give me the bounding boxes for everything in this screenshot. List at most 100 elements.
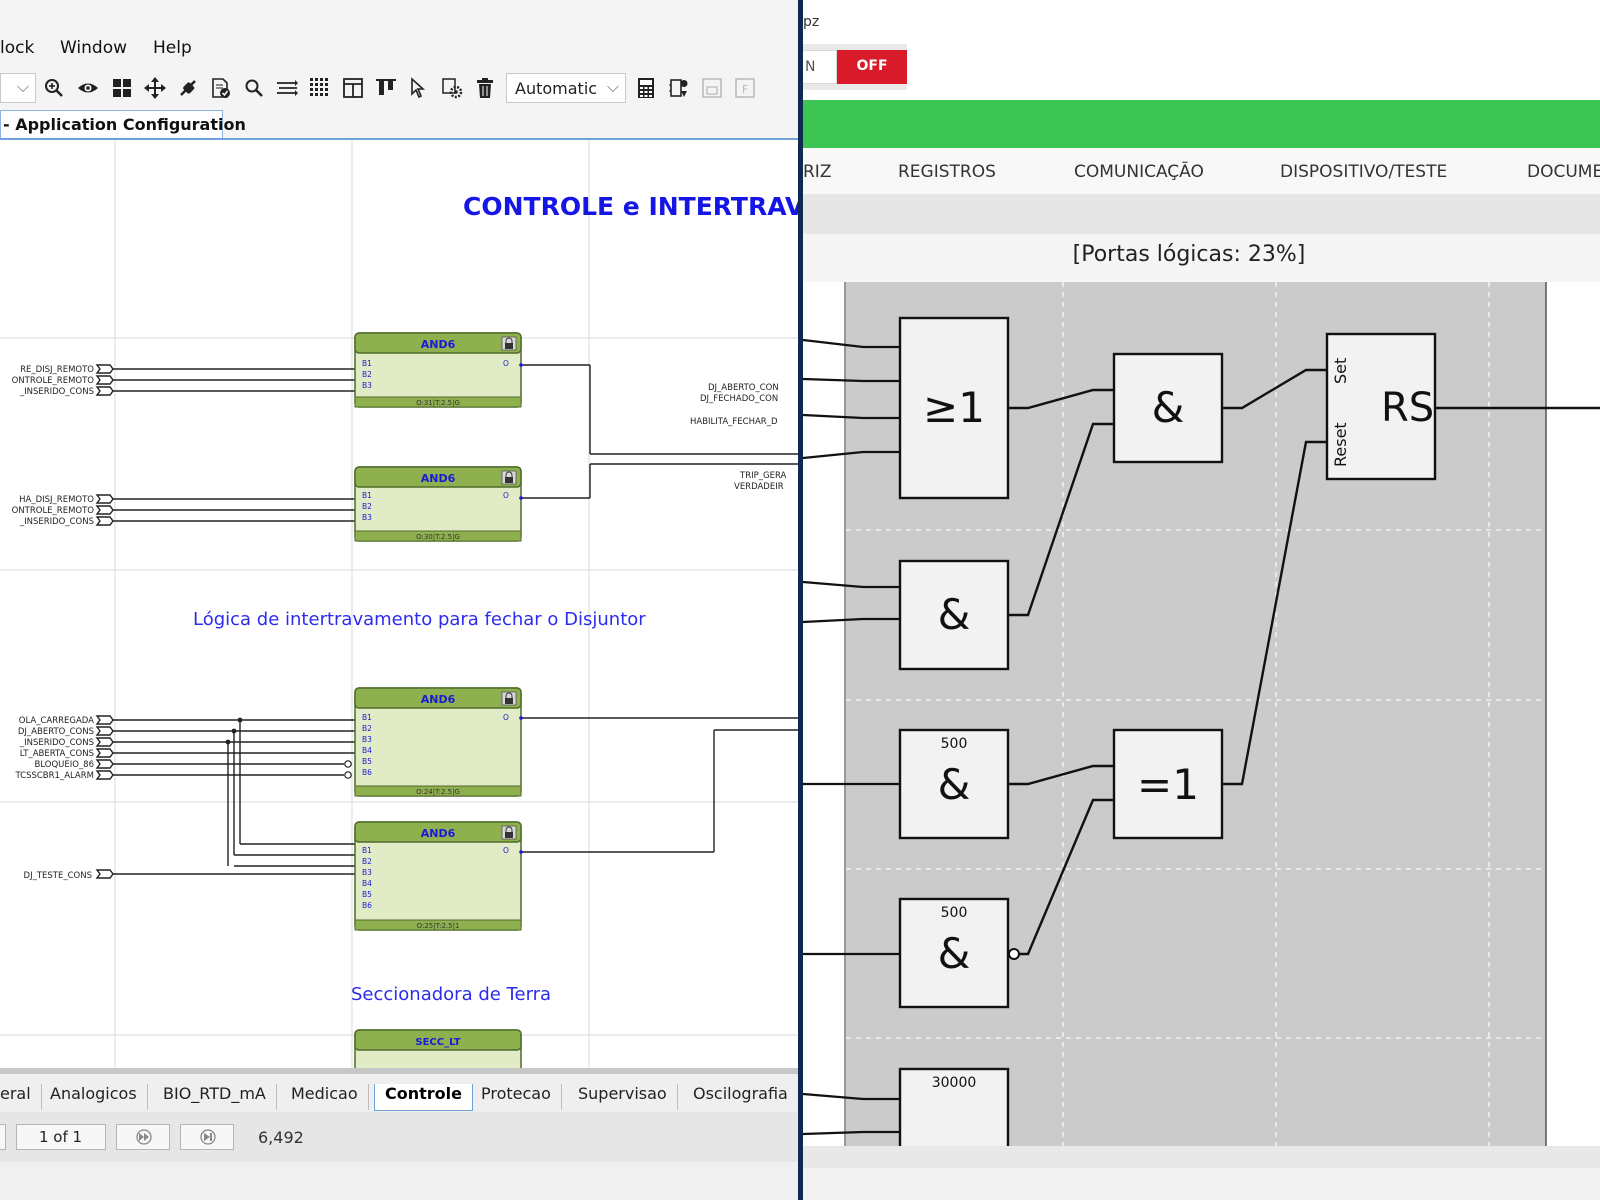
logic-diagram-canvas[interactable]: CONTROLE e INTERTRAV Lógica de intertrav… xyxy=(0,140,798,1068)
block-footer: O:31|T:2.5|G xyxy=(416,399,460,407)
interlock-caption: Lógica de intertravamento para fechar o … xyxy=(193,609,646,630)
fast-forward-icon xyxy=(136,1129,152,1145)
delete-icon[interactable] xyxy=(471,74,499,102)
tab-oscilografia[interactable]: Oscilografia xyxy=(683,1084,798,1110)
port-label: B1 xyxy=(362,359,372,368)
tab-controle[interactable]: Controle xyxy=(374,1084,473,1111)
menu-bar: lock Window Help xyxy=(0,0,798,76)
device-location-icon[interactable] xyxy=(665,74,693,102)
rs-set-label: Set xyxy=(1331,358,1350,384)
port-label: B1 xyxy=(362,846,372,855)
port-label: B2 xyxy=(362,370,372,379)
and6-block[interactable]: AND6 B1 B2 B3 O O:31|T:2.5|G xyxy=(354,332,522,408)
port-label: B5 xyxy=(362,890,372,899)
menu-lock[interactable]: lock xyxy=(0,38,34,58)
tab-geral[interactable]: eral xyxy=(0,1084,42,1110)
settings-gear-icon[interactable] xyxy=(438,74,466,102)
and6-block[interactable]: AND6 B1 B2 B3 O O:30|T:2.5|G xyxy=(354,466,522,542)
nav-matriz[interactable]: RIZ xyxy=(803,162,831,182)
tab-medicao[interactable]: Medicao xyxy=(281,1084,369,1110)
window-title: pz xyxy=(803,14,820,30)
gate-symbol: & xyxy=(1152,383,1185,432)
gate-symbol: & xyxy=(938,760,971,809)
nav-comunicacao[interactable]: COMUNICAÇÃO xyxy=(1074,162,1204,182)
move-icon[interactable] xyxy=(141,74,169,102)
tab-bio-rtd-ma[interactable]: BIO_RTD_mA xyxy=(153,1084,277,1110)
and6-block[interactable]: AND6 B1 B2 B3 B4 B5 B6 O O:24|T:2.5|G xyxy=(354,687,522,797)
swap-lines-icon[interactable] xyxy=(273,74,301,102)
status-bar: 1 of 1 6,492 xyxy=(0,1112,798,1162)
sub-toolbar-strip xyxy=(803,194,1600,234)
toggle-on-label: N xyxy=(805,59,816,75)
disabled-form-icon: F xyxy=(731,74,759,102)
pointer-select-icon[interactable] xyxy=(405,74,433,102)
tab-protecao[interactable]: Protecao xyxy=(471,1084,562,1110)
connect-plug-icon[interactable] xyxy=(174,74,202,102)
search-icon[interactable] xyxy=(240,74,268,102)
eye-icon[interactable] xyxy=(74,74,102,102)
nav-documentos[interactable]: DOCUME xyxy=(1527,162,1600,182)
chevron-down-icon: ⌵ xyxy=(16,77,29,96)
output-label: DJ_FECHADO_CON xyxy=(700,394,778,404)
tab-application-configuration[interactable]: - Application Configuration xyxy=(0,110,246,138)
grid-icon[interactable] xyxy=(306,74,334,102)
port-label: B6 xyxy=(362,901,372,910)
nav-dispositivo-teste[interactable]: DISPOSITIVO/TESTE xyxy=(1280,162,1447,182)
logic-editor-canvas[interactable]: ≥1 & & 500 & =1 500 & 30000 RS Set Reset xyxy=(803,282,1600,1146)
block-footer: O:25|T:2.5|1 xyxy=(417,922,460,930)
next-page-button[interactable] xyxy=(116,1124,170,1150)
input-label: DJ_TESTE_CONS xyxy=(24,871,92,881)
page-indicator: 1 of 1 xyxy=(16,1124,106,1150)
port-label: B6 xyxy=(362,768,372,777)
and6-block[interactable]: AND6 B1 B2 B3 B4 B5 B6 O O:25|T:2.5|1 xyxy=(354,821,522,931)
input-label: _INSERIDO_CONS xyxy=(19,738,94,748)
rs-reset-label: Reset xyxy=(1331,422,1350,467)
zoom-in-icon[interactable] xyxy=(40,74,68,102)
toggle-on-button[interactable]: N xyxy=(803,50,837,84)
input-label: ONTROLE_REMOTO xyxy=(12,506,95,516)
layout-panel-icon[interactable] xyxy=(339,74,367,102)
nav-registros[interactable]: REGISTROS xyxy=(898,162,996,182)
align-top-icon[interactable] xyxy=(372,74,400,102)
port-label: B2 xyxy=(362,502,372,511)
secc-lt-block[interactable]: SECC_LT xyxy=(354,1029,522,1068)
port-label: B1 xyxy=(362,713,372,722)
right-app-window: pz N OFF RIZ REGISTROS COMUNICAÇÃO DISPO… xyxy=(803,0,1600,1200)
toggle-off-button[interactable]: OFF xyxy=(837,50,907,84)
grid-blocks-icon[interactable] xyxy=(108,74,136,102)
main-nav: RIZ REGISTROS COMUNICAÇÃO DISPOSITIVO/TE… xyxy=(803,148,1600,194)
document-check-icon[interactable] xyxy=(207,74,235,102)
port-label: B3 xyxy=(362,381,372,390)
horizontal-scrollbar[interactable] xyxy=(803,1168,1600,1200)
calculator-icon[interactable] xyxy=(632,74,660,102)
ground-switch-caption: Seccionadora de Terra xyxy=(351,984,551,1005)
zoom-mode-dropdown[interactable]: Automatic ⌵ xyxy=(506,73,626,103)
skip-end-icon xyxy=(200,1129,216,1145)
gate-delay: 30000 xyxy=(932,1075,977,1091)
port-label: B3 xyxy=(362,868,372,877)
block-footer: O:24|T:2.5|G xyxy=(416,788,460,796)
port-label: B4 xyxy=(362,746,372,755)
power-toggle[interactable]: N OFF xyxy=(803,44,907,90)
tab-analogicos[interactable]: Analogicos xyxy=(40,1084,148,1110)
tab-label: - Application Configuration xyxy=(3,115,246,134)
bottom-scroll-area xyxy=(803,1146,1600,1200)
input-label: LT_ABERTA_CONS xyxy=(20,749,94,759)
input-label: _INSERIDO_CONS xyxy=(19,387,94,397)
input-label: HA_DISJ_REMOTO xyxy=(19,495,94,505)
input-label: TCSSCBR1_ALARM xyxy=(14,771,94,781)
block-type: SECC_LT xyxy=(415,1037,460,1048)
menu-window[interactable]: Window xyxy=(60,38,127,58)
document-tab-bar: - Application Configuration xyxy=(0,108,798,140)
tab-supervisao[interactable]: Supervisao xyxy=(568,1084,678,1110)
menu-help[interactable]: Help xyxy=(153,38,192,58)
nav-prev-stub[interactable] xyxy=(0,1124,6,1150)
port-label: B5 xyxy=(362,757,372,766)
output-label: HABILITA_FECHAR_D xyxy=(690,417,778,427)
rs-symbol: RS xyxy=(1381,385,1434,431)
selector-dropdown[interactable]: ⌵ xyxy=(0,73,36,103)
output-label: VERDADEIR xyxy=(734,482,784,492)
gate-symbol: ≥1 xyxy=(923,383,985,432)
output-label: DJ_ABERTO_CON xyxy=(708,383,779,393)
last-page-button[interactable] xyxy=(180,1124,234,1150)
